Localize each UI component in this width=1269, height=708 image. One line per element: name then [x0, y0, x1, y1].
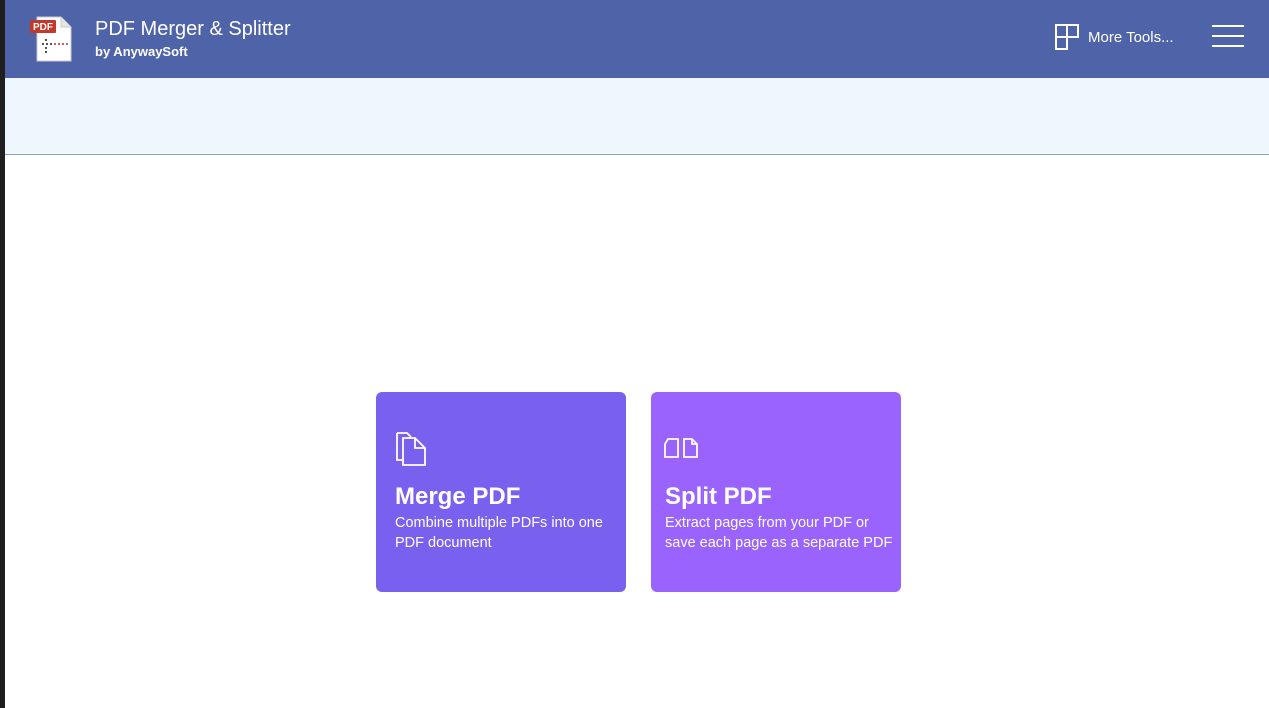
app-header: PDF PDF Merger & Splitter by AnywaySoft …	[5, 0, 1269, 78]
pdf-file-icon: PDF	[30, 16, 72, 62]
merge-pdf-card[interactable]: Merge PDF Combine multiple PDFs into one…	[376, 392, 626, 592]
window-grid-icon	[1055, 24, 1079, 50]
copy-pages-icon	[396, 432, 426, 466]
split-card-description: Extract pages from your PDF or save each…	[665, 515, 893, 551]
logo-text: PDF	[33, 22, 53, 33]
toolbar-band	[5, 78, 1269, 155]
app-window: PDF PDF Merger & Splitter by AnywaySoft …	[5, 0, 1269, 708]
split-pdf-card[interactable]: Split PDF Extract pages from your PDF or…	[651, 392, 901, 592]
merge-card-description: Combine multiple PDFs into one PDF docum…	[395, 515, 603, 551]
app-subtitle: by AnywaySoft	[95, 44, 188, 59]
merge-card-title: Merge PDF	[395, 483, 521, 510]
more-tools-label: More Tools...	[1088, 28, 1174, 46]
app-title: PDF Merger & Splitter	[95, 18, 291, 40]
hamburger-menu-icon[interactable]	[1209, 22, 1245, 52]
split-pages-icon	[664, 438, 698, 458]
more-tools-button[interactable]: More Tools...	[1055, 23, 1174, 51]
split-card-title: Split PDF	[665, 483, 772, 510]
